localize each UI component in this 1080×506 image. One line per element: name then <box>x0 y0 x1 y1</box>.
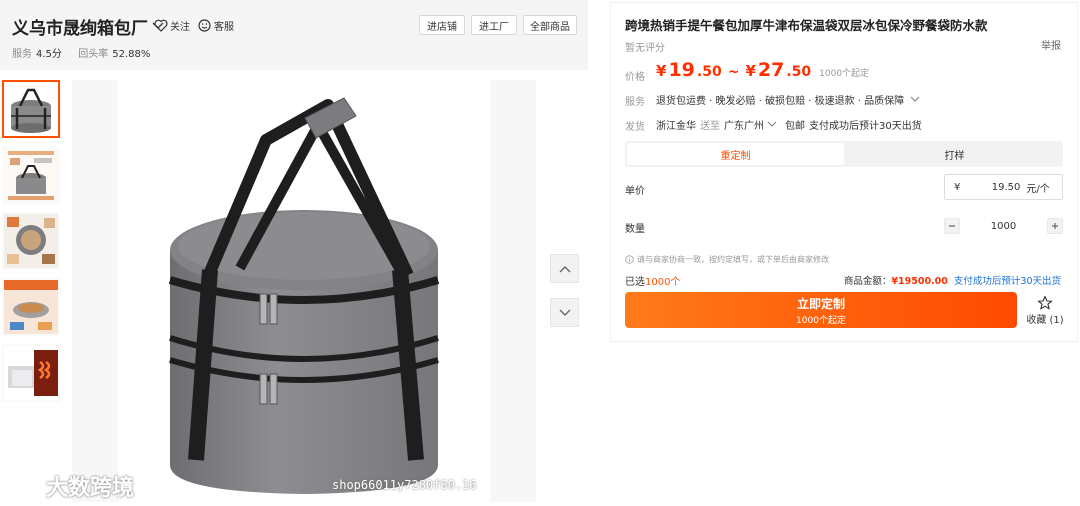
chevron-up-icon <box>559 265 570 272</box>
thumbnail-image <box>4 214 58 268</box>
all-products-button[interactable]: 全部商品 <box>523 15 577 35</box>
price-range: ¥19.50 ~ ¥27.50 1000个起定 <box>656 59 869 81</box>
price-max-int: 27 <box>757 59 785 81</box>
thumbnail-4[interactable] <box>2 278 60 336</box>
thumbnail-image <box>4 280 58 334</box>
product-photo <box>118 80 490 502</box>
unit-price-label: 单价 <box>625 186 645 197</box>
shop-name: 义乌市晟绚箱包厂 <box>12 19 148 39</box>
price-min-int: 19 <box>668 59 695 81</box>
info-icon <box>625 255 634 264</box>
enter-factory-button[interactable]: 进工厂 <box>471 15 517 35</box>
customer-service-label: 客服 <box>214 22 234 33</box>
enter-shop-button[interactable]: 进店铺 <box>419 15 465 35</box>
selected-summary: 已选1000个 <box>625 273 680 288</box>
selected-count: 1000个 <box>645 277 681 288</box>
thumbnail-strip <box>2 80 64 410</box>
thumbnail-3[interactable] <box>2 212 60 270</box>
price-min-dec: .50 <box>696 64 722 80</box>
watermark-shop-id: shop66011y7280f60.16 <box>332 478 477 492</box>
service-score-label: 服务 <box>12 49 32 60</box>
service-score-value: 4.5分 <box>36 49 62 60</box>
chevron-down-icon <box>559 309 570 316</box>
thumbnail-image <box>4 82 58 136</box>
price-range-separator: ~ <box>727 64 740 80</box>
unit-price-field: ¥ 元/个 <box>944 174 1063 200</box>
free-shipping: 包邮 <box>785 121 805 132</box>
unit-price-unit: 元/个 <box>1026 183 1050 195</box>
scroll-down-button[interactable] <box>550 298 579 327</box>
customize-min-qty: 1000个起定 <box>796 315 846 326</box>
quantity-stepper <box>944 216 1063 236</box>
ship-from: 浙江金华 <box>656 121 696 132</box>
tab-sample[interactable]: 打样 <box>846 141 1063 167</box>
smiley-icon <box>198 19 211 32</box>
product-title: 跨境热销手提午餐包加厚牛津布保温袋双层冰包保冷野餐袋防水款 <box>625 18 988 33</box>
repurchase-label: 回头率 <box>78 49 109 60</box>
repurchase-value: 52.88% <box>112 49 151 60</box>
main-product-image <box>72 80 536 502</box>
chevron-down-icon <box>910 96 920 102</box>
price-label: 价格 <box>625 72 645 83</box>
shop-stats: 服务 4.5分 回头率 52.88% <box>12 45 150 60</box>
service-list: 退货包运费 · 晚发必赔 · 破损包赔 · 极速退款 · 品质保障 <box>656 96 905 107</box>
ship-time: 支付成功后预计30天出货 <box>809 121 922 132</box>
brand-logo-icon <box>11 477 41 497</box>
total-amount: ¥19500.00 <box>891 276 948 287</box>
currency-symbol: ¥ <box>656 62 667 80</box>
ship-to: 广东广州 <box>724 121 764 132</box>
star-icon <box>1037 295 1053 310</box>
thumbnail-5[interactable] <box>2 344 60 402</box>
watermark-logo: 大数跨境 <box>10 470 134 502</box>
shipping-info: 浙江金华 送至 广东广州 包邮 支付成功后预计30天出货 <box>656 117 922 132</box>
ship-to-label: 送至 <box>700 121 720 132</box>
unit-currency: ¥ <box>954 181 961 193</box>
thumbnail-image <box>4 148 58 202</box>
shop-header: 义乌市晟绚箱包厂 关注 客服 服务 4.5分 回头率 52.88% 进店铺 进工厂 … <box>0 0 588 70</box>
quantity-label: 数量 <box>625 224 645 235</box>
tab-custom[interactable]: 重定制 <box>627 143 844 165</box>
chevron-down-icon <box>767 121 777 127</box>
decrease-quantity-button[interactable] <box>944 218 960 234</box>
currency-symbol: ¥ <box>745 62 756 80</box>
price-max-dec: .50 <box>786 64 812 80</box>
customer-service-button[interactable]: 客服 <box>198 18 234 33</box>
service-guarantees[interactable]: 退货包运费 · 晚发必赔 · 破损包赔 · 极速退款 · 品质保障 <box>656 92 920 107</box>
selected-prefix: 已选 <box>625 277 645 288</box>
plus-icon <box>1052 223 1058 229</box>
unit-price-input[interactable] <box>968 181 1021 193</box>
follow-button[interactable]: 关注 <box>154 18 190 33</box>
quantity-input[interactable] <box>973 220 1034 232</box>
watermark-brand-text: 大数跨境 <box>46 476 135 501</box>
total-label: 商品金额： <box>843 276 892 287</box>
customize-now-label: 立即定制 <box>796 296 845 311</box>
delivery-estimate-link[interactable]: 支付成功后预计30天出货 <box>954 273 1061 287</box>
thumbnail-image <box>4 346 58 400</box>
report-link[interactable]: 举报 <box>1041 37 1061 52</box>
rating-status: 暂无评分 <box>625 43 665 54</box>
custom-note: 请与商家协商一致，按约定填写，或下单后由商家修改 <box>625 254 829 265</box>
service-label: 服务 <box>625 97 645 108</box>
customize-now-button[interactable]: 立即定制 1000个起定 <box>625 292 1017 328</box>
increase-quantity-button[interactable] <box>1047 218 1063 234</box>
thumbnail-2[interactable] <box>2 146 60 204</box>
total-summary: 商品金额：¥19500.00 支付成功后预计30天出货 <box>844 273 1061 287</box>
favorite-button[interactable]: 收藏 (1) <box>1025 295 1065 326</box>
heart-plus-icon <box>154 19 168 32</box>
ship-label: 发货 <box>625 122 645 133</box>
scroll-up-button[interactable] <box>550 254 579 283</box>
product-detail-panel: 跨境热销手提午餐包加厚牛津布保温袋双层冰包保冷野餐袋防水款 暂无评分 举报 价格… <box>610 2 1078 342</box>
follow-label: 关注 <box>170 22 190 33</box>
shop-name-dropdown[interactable]: 义乌市晟绚箱包厂 <box>12 14 164 39</box>
lunch-bag-illustration <box>168 97 440 494</box>
ship-destination-dropdown[interactable]: 广东广州 <box>724 117 777 132</box>
favorite-label: 收藏 (1) <box>1026 315 1064 326</box>
order-type-tabs: 重定制 打样 <box>625 141 1063 167</box>
thumbnail-1[interactable] <box>2 80 60 138</box>
note-text: 请与商家协商一致，按约定填写，或下单后由商家修改 <box>637 255 829 264</box>
min-order-qty: 1000个起定 <box>819 69 870 79</box>
minus-icon <box>949 225 955 227</box>
